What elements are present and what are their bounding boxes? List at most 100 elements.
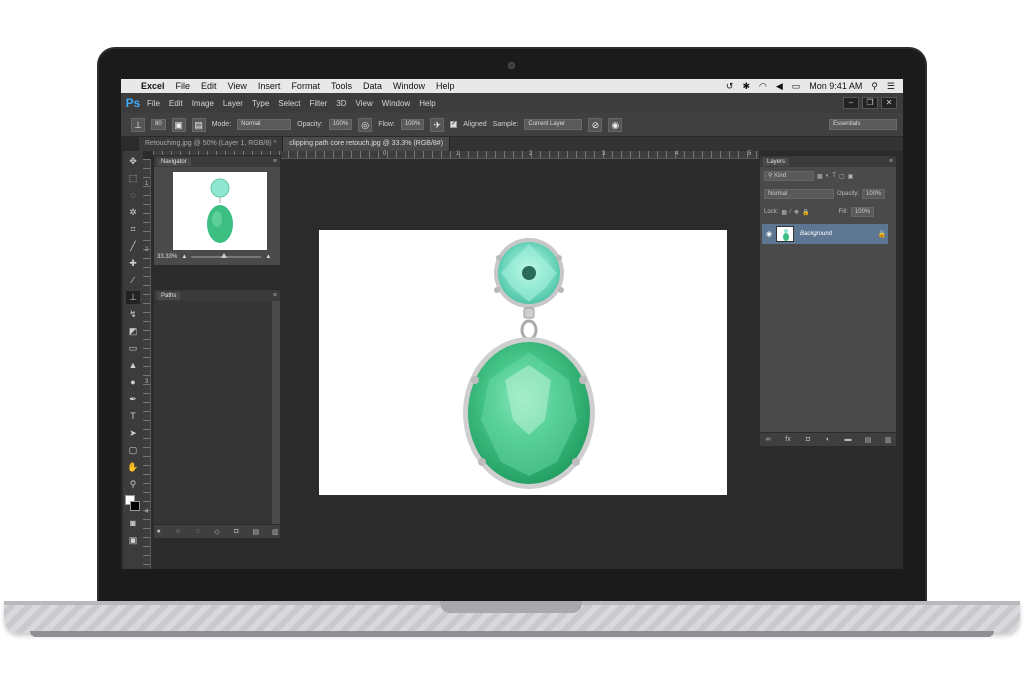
brush-panel-icon[interactable]: ▣	[171, 117, 186, 132]
panel-menu-icon[interactable]: ≡	[273, 292, 277, 299]
visibility-eye-icon[interactable]: ◉	[762, 230, 776, 238]
filter-shape-icon[interactable]: ▢	[839, 173, 845, 180]
clock[interactable]: Mon 9:41 AM	[809, 81, 862, 91]
tab-clipping-path[interactable]: clipping path core retouch.jpg @ 33.3% (…	[283, 137, 451, 151]
volume-icon[interactable]: ◀	[776, 81, 783, 92]
pen-tool-icon[interactable]: ✒	[126, 393, 140, 406]
wifi-icon[interactable]: ◠	[759, 81, 767, 92]
ps-menu-view[interactable]: View	[356, 99, 373, 108]
flow-input[interactable]: 100%	[400, 119, 425, 130]
make-work-path-icon[interactable]: ◇	[212, 528, 221, 536]
shape-tool-icon[interactable]: ▢	[126, 444, 140, 457]
lock-pixels-icon[interactable]: ∕	[790, 209, 791, 215]
ps-menu-help[interactable]: Help	[419, 99, 435, 108]
spotlight-icon[interactable]: ⚲	[871, 81, 878, 92]
screen-mode-icon[interactable]: ▣	[126, 534, 140, 547]
magic-wand-tool-icon[interactable]: ✲	[126, 206, 140, 219]
panel-menu-icon[interactable]: ≡	[273, 158, 277, 165]
blend-mode-dropdown[interactable]: Normal	[764, 189, 834, 199]
add-mask-icon[interactable]: ◘	[232, 528, 241, 535]
clone-source-icon[interactable]: ▤	[191, 117, 206, 132]
filter-smart-icon[interactable]: ▣	[848, 173, 854, 180]
move-tool-icon[interactable]: ✥	[126, 155, 140, 168]
tab-retouching[interactable]: Retouching.jpg @ 50% (Layer 1, RGB/8) *	[139, 137, 284, 151]
fill-path-icon[interactable]: ●	[154, 528, 163, 535]
lock-transparent-icon[interactable]: ▦	[781, 209, 787, 216]
ps-menu-image[interactable]: Image	[192, 99, 214, 108]
mac-menu-window[interactable]: Window	[393, 81, 425, 91]
filter-type-icon[interactable]: T	[832, 173, 836, 179]
navigator-tab[interactable]: Navigator	[157, 157, 191, 166]
fill-input[interactable]: 100%	[850, 207, 875, 217]
eraser-tool-icon[interactable]: ◩	[126, 325, 140, 338]
brush-tool-icon[interactable]: ∕	[126, 274, 140, 287]
new-layer-icon[interactable]: ▤	[863, 436, 873, 444]
ignore-adjustment-icon[interactable]: ⊘	[588, 117, 603, 132]
mac-menu-file[interactable]: File	[176, 81, 191, 91]
navigator-zoom-value[interactable]: 33.33%	[157, 254, 177, 260]
layer-opacity-input[interactable]: 100%	[862, 189, 886, 199]
mac-menu-help[interactable]: Help	[436, 81, 455, 91]
notification-icon[interactable]: ☰	[887, 81, 895, 92]
adjustment-layer-icon[interactable]: ◐	[823, 436, 833, 443]
zoom-slider[interactable]	[191, 253, 262, 258]
opacity-input[interactable]: 100%	[328, 119, 353, 130]
lock-all-icon[interactable]: 🔒	[802, 209, 809, 216]
mode-dropdown[interactable]: Normal	[237, 119, 292, 130]
zoom-tool-icon[interactable]: ⚲	[126, 478, 140, 491]
mac-menu-excel[interactable]: Excel	[141, 81, 165, 91]
lock-position-icon[interactable]: ✥	[794, 209, 799, 216]
workspace-dropdown[interactable]: Essentials	[829, 119, 897, 130]
ps-menu-3d[interactable]: 3D	[336, 99, 346, 108]
kind-filter[interactable]: ⚲ Kind	[764, 171, 814, 181]
marquee-tool-icon[interactable]: ⬚	[126, 172, 140, 185]
sample-dropdown[interactable]: Current Layer	[524, 119, 583, 130]
pressure-size-icon[interactable]: ◉	[608, 117, 623, 132]
lasso-tool-icon[interactable]: ◌	[126, 189, 140, 202]
paths-tab[interactable]: Paths	[157, 291, 181, 300]
type-tool-icon[interactable]: T	[126, 410, 140, 423]
eyedropper-tool-icon[interactable]: ╱	[126, 240, 140, 253]
time-machine-icon[interactable]: ↺	[726, 81, 734, 92]
minimize-button[interactable]: –	[843, 97, 859, 109]
restore-button[interactable]: ❐	[862, 97, 878, 109]
zoom-slider-knob[interactable]	[221, 253, 228, 258]
layer-row-background[interactable]: ◉ Background 🔒	[762, 224, 888, 244]
zoom-out-icon[interactable]: ▲	[181, 254, 187, 260]
mac-menu-view[interactable]: View	[228, 81, 247, 91]
mac-menu-edit[interactable]: Edit	[201, 81, 217, 91]
ps-menu-window[interactable]: Window	[382, 99, 410, 108]
color-swatches[interactable]	[125, 495, 141, 513]
delete-path-icon[interactable]: ▥	[271, 528, 280, 536]
ps-menu-select[interactable]: Select	[278, 99, 300, 108]
ps-menu-edit[interactable]: Edit	[169, 99, 183, 108]
mac-menu-data[interactable]: Data	[363, 81, 382, 91]
layers-tab[interactable]: Layers	[763, 157, 790, 166]
ps-menu-layer[interactable]: Layer	[223, 99, 243, 108]
new-path-icon[interactable]: ▤	[251, 528, 260, 536]
history-brush-tool-icon[interactable]: ↯	[126, 308, 140, 321]
mac-menu-insert[interactable]: Insert	[258, 81, 281, 91]
dodge-tool-icon[interactable]: ●	[126, 376, 140, 389]
delete-layer-icon[interactable]: ▥	[883, 436, 893, 444]
pressure-opacity-icon[interactable]: ◎	[358, 117, 373, 132]
paths-list[interactable]	[154, 301, 272, 525]
load-selection-icon[interactable]: ◌	[193, 528, 202, 535]
new-group-icon[interactable]: ▬	[843, 436, 853, 443]
filter-adjustment-icon[interactable]: ◐	[826, 173, 830, 179]
zoom-in-icon[interactable]: ▲	[265, 254, 271, 260]
mac-menu-tools[interactable]: Tools	[331, 81, 352, 91]
ps-menu-type[interactable]: Type	[252, 99, 269, 108]
brush-size-picker[interactable]: 80	[151, 119, 166, 130]
airbrush-icon[interactable]: ✈	[430, 117, 445, 132]
ps-menu-file[interactable]: File	[147, 99, 160, 108]
gradient-tool-icon[interactable]: ▭	[126, 342, 140, 355]
clone-stamp-tool-icon[interactable]: ⊥	[126, 291, 140, 304]
battery-icon[interactable]: ▭	[792, 81, 801, 92]
quick-mask-icon[interactable]: ◙	[126, 517, 140, 530]
layer-style-icon[interactable]: fx	[783, 436, 793, 443]
aligned-checkbox[interactable]: ✓	[450, 121, 458, 128]
close-button[interactable]: ✕	[881, 97, 897, 109]
mac-menu-format[interactable]: Format	[291, 81, 320, 91]
blur-tool-icon[interactable]: ▲	[126, 359, 140, 372]
